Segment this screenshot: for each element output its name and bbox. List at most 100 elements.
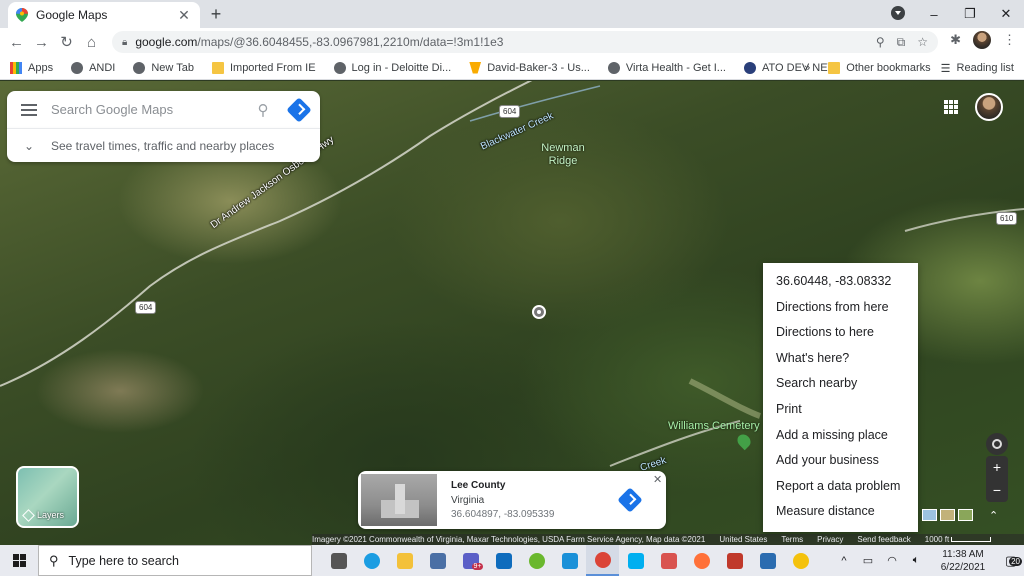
- travel-times-bar[interactable]: ⌄ See travel times, traffic and nearby p…: [7, 128, 320, 162]
- tray-overflow-icon[interactable]: ^: [832, 555, 856, 567]
- install-app-icon[interactable]: ⧉: [897, 35, 906, 50]
- menu-icon[interactable]: [7, 103, 51, 116]
- bookmark-imported-from-ie[interactable]: Imported From IE: [211, 61, 316, 74]
- url-text[interactable]: google.com/maps/@36.6048455,-83.0967981,…: [135, 35, 876, 49]
- search-icon[interactable]: ⚲: [248, 101, 278, 119]
- search-input[interactable]: [51, 102, 248, 117]
- taskbar-app-button[interactable]: [619, 545, 652, 576]
- bookmark-other[interactable]: Other bookmarks: [828, 62, 931, 74]
- clock[interactable]: 11:38 AM 6/22/2021: [928, 548, 998, 574]
- dropped-pin-icon[interactable]: [532, 305, 546, 319]
- chrome-menu-icon[interactable]: ⋮: [1003, 32, 1016, 48]
- imagery-thumb-3[interactable]: [958, 509, 973, 521]
- scale-label[interactable]: 1000 ft: [925, 535, 949, 544]
- close-card-icon[interactable]: ✕: [653, 473, 662, 486]
- bookmark-andi[interactable]: ANDI: [71, 61, 115, 74]
- location-coordinates[interactable]: 36.604897, -83.095339: [451, 509, 554, 520]
- my-location-button[interactable]: [986, 433, 1008, 455]
- battery-icon[interactable]: ▭: [856, 554, 880, 567]
- location-name[interactable]: Lee County: [451, 480, 505, 491]
- volume-icon[interactable]: 🔈︎: [904, 554, 928, 567]
- menu-item-search-nearby[interactable]: Search nearby: [763, 371, 918, 397]
- location-thumbnail[interactable]: [361, 474, 437, 526]
- layers-icon: [22, 508, 35, 522]
- expand-icon[interactable]: ⌃: [989, 509, 998, 522]
- bookmark-david-baker[interactable]: David-Baker-3 - Us...: [469, 61, 590, 74]
- home-button[interactable]: ⌂: [79, 34, 104, 51]
- taskbar-app-button[interactable]: [685, 545, 718, 576]
- taskbar-app-button[interactable]: [784, 545, 817, 576]
- new-tab-button[interactable]: +: [206, 4, 226, 24]
- extensions-icon[interactable]: ✱: [950, 32, 961, 48]
- menu-item-whats-here[interactable]: What's here?: [763, 346, 918, 372]
- layers-button[interactable]: Layers: [16, 466, 79, 528]
- privacy-link[interactable]: Privacy: [817, 535, 843, 544]
- taskbar-app-button[interactable]: [751, 545, 784, 576]
- zoom-in-button[interactable]: +: [986, 456, 1008, 479]
- taskbar-app-button[interactable]: [421, 545, 454, 576]
- reload-button[interactable]: ↻: [54, 33, 79, 51]
- lock-icon[interactable]: 🔒︎: [122, 37, 127, 48]
- bookmarks-overflow-button[interactable]: »: [804, 62, 810, 74]
- taskbar-app-button[interactable]: [355, 545, 388, 576]
- menu-item-measure-distance[interactable]: Measure distance: [763, 499, 918, 525]
- menu-item-coordinates[interactable]: 36.60448, -83.08332: [763, 269, 918, 295]
- menu-item-directions-from[interactable]: Directions from here: [763, 295, 918, 321]
- taskbar-app-button[interactable]: [487, 545, 520, 576]
- menu-item-directions-to[interactable]: Directions to here: [763, 320, 918, 346]
- directions-button[interactable]: [278, 96, 320, 123]
- notifications-button[interactable]: ▢ 20: [998, 553, 1024, 569]
- close-window-button[interactable]: ✕: [988, 6, 1024, 22]
- cemetery-label[interactable]: Williams Cemetery: [668, 420, 760, 432]
- menu-item-report-problem[interactable]: Report a data problem: [763, 474, 918, 500]
- route-shield-610: 610: [996, 212, 1018, 225]
- location-info-card[interactable]: Lee County Virginia 36.604897, -83.09533…: [358, 471, 666, 529]
- bookmark-new-tab[interactable]: New Tab: [133, 61, 194, 74]
- menu-item-add-missing-place[interactable]: Add a missing place: [763, 423, 918, 449]
- imagery-thumb-2[interactable]: [940, 509, 955, 521]
- forward-button[interactable]: →: [29, 34, 54, 51]
- menu-item-add-business[interactable]: Add your business: [763, 448, 918, 474]
- send-feedback-link[interactable]: Send feedback: [857, 535, 910, 544]
- taskbar-app-button[interactable]: 9+: [454, 545, 487, 576]
- card-directions-button[interactable]: [617, 487, 643, 513]
- back-button[interactable]: ←: [4, 34, 29, 51]
- restore-button[interactable]: ❐: [952, 6, 988, 22]
- skype-icon: [627, 552, 644, 569]
- bookmark-deloitte[interactable]: Log in - Deloitte Di...: [333, 61, 451, 74]
- country-link[interactable]: United States: [719, 535, 767, 544]
- google-apps-icon[interactable]: [944, 100, 958, 114]
- edge-icon: [363, 552, 380, 569]
- start-button[interactable]: [0, 545, 38, 576]
- profile-menu-button[interactable]: [880, 5, 916, 23]
- terms-link[interactable]: Terms: [781, 535, 803, 544]
- tab-close-icon[interactable]: ✕: [176, 7, 192, 24]
- profile-avatar[interactable]: [973, 31, 991, 49]
- taskbar-search[interactable]: ⚲ Type here to search: [38, 545, 312, 576]
- reading-list-button[interactable]: ☰ Reading list: [941, 62, 1014, 75]
- zoom-out-button[interactable]: −: [986, 479, 1008, 502]
- taskbar-app-button[interactable]: [586, 545, 619, 576]
- bookmark-apps[interactable]: Apps: [10, 61, 53, 74]
- taskbar-app-button[interactable]: [652, 545, 685, 576]
- wifi-icon[interactable]: ◠: [880, 554, 904, 567]
- imagery-thumb-1[interactable]: [922, 509, 937, 521]
- taskbar-app-button[interactable]: [553, 545, 586, 576]
- menu-item-print[interactable]: Print: [763, 397, 918, 423]
- bookmark-star-icon[interactable]: ☆: [917, 35, 928, 50]
- taskbar-app-button[interactable]: [718, 545, 751, 576]
- taskbar-search-placeholder: Type here to search: [68, 553, 180, 568]
- route-shield-604: 604: [499, 105, 521, 118]
- minimize-button[interactable]: –: [916, 7, 952, 22]
- scale-bar[interactable]: [951, 537, 992, 542]
- taskbar-app-button[interactable]: [388, 545, 421, 576]
- tab-google-maps[interactable]: Google Maps ✕: [8, 2, 200, 28]
- address-bar[interactable]: 🔒︎ google.com/maps/@36.6048455,-83.09679…: [112, 31, 938, 53]
- taskbar-app-button[interactable]: [520, 545, 553, 576]
- taskbar-app-button[interactable]: [322, 545, 355, 576]
- account-avatar[interactable]: [975, 93, 1003, 121]
- location-icon[interactable]: ⚲: [876, 35, 885, 50]
- star-icon: [469, 61, 482, 74]
- chevron-down-icon: ⌄: [23, 138, 35, 153]
- bookmark-virta-health[interactable]: Virta Health - Get I...: [607, 61, 726, 74]
